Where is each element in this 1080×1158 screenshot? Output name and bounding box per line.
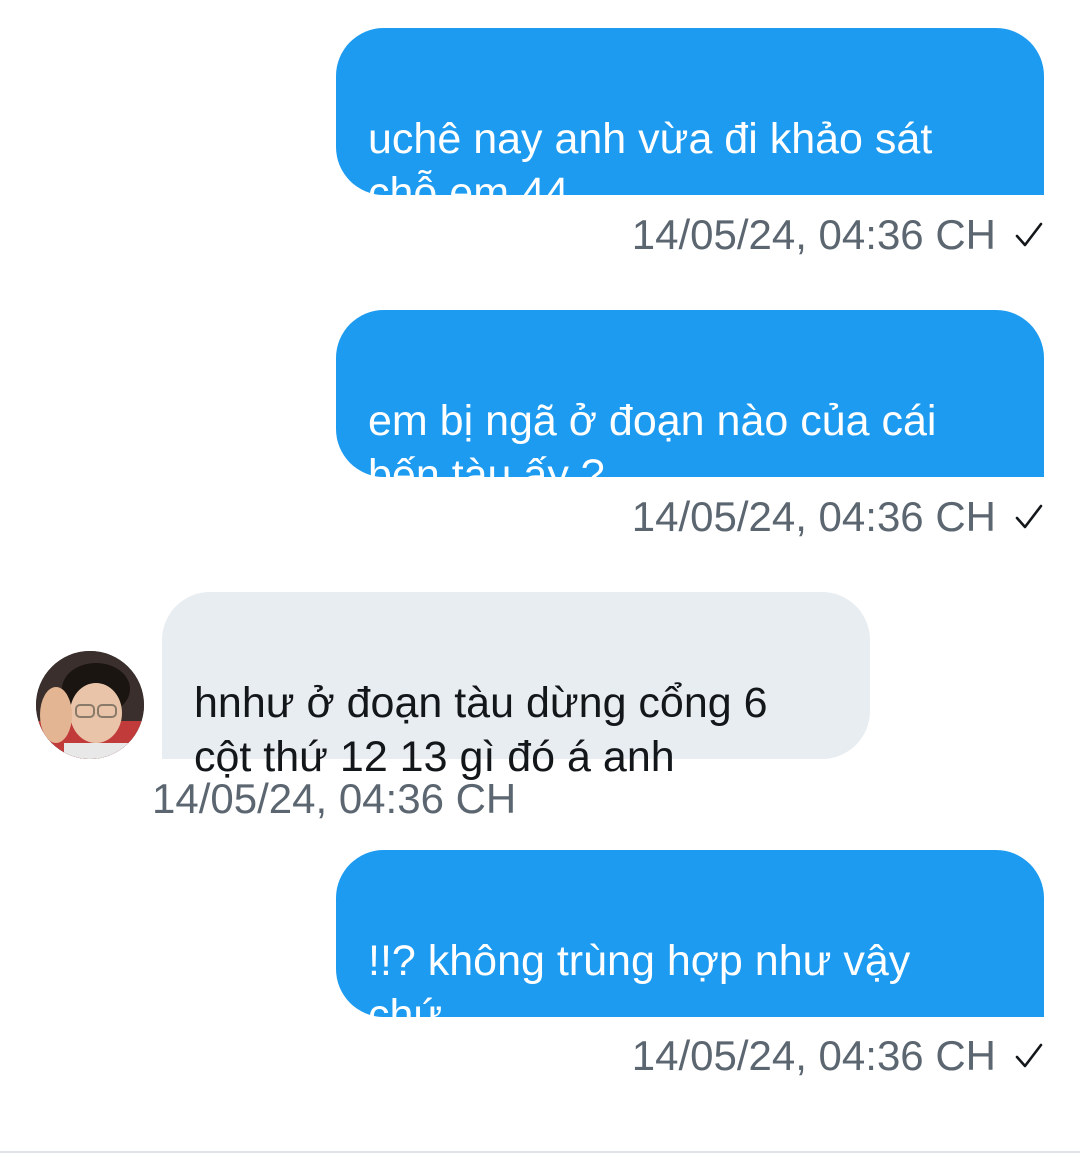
divider	[0, 1151, 1080, 1153]
message-timestamp: 14/05/24, 04:36 CH	[152, 775, 517, 822]
message-meta: 14/05/24, 04:36 CH	[632, 210, 1044, 260]
message-thread: uchê nay anh vừa đi khảo sát chỗ em 44 1…	[0, 0, 1080, 1158]
message-text: uchê nay anh vừa đi khảo sát chỗ em 44	[368, 115, 933, 217]
check-icon	[1014, 502, 1044, 532]
incoming-message-bubble[interactable]: hnhư ở đoạn tàu dừng cổng 6 cột thứ 12 1…	[162, 592, 870, 781]
outgoing-message-bubble[interactable]: em bị ngã ở đoạn nào của cái bến tàu ấy …	[336, 310, 1044, 499]
message-text: !!? không trùng hợp như vậy chứ	[368, 937, 911, 1039]
message-timestamp: 14/05/24, 04:36 CH	[631, 1032, 996, 1079]
message-meta: 14/05/24, 04:36 CH	[632, 492, 1044, 542]
avatar[interactable]	[36, 651, 144, 759]
check-icon	[1014, 1041, 1044, 1071]
outgoing-message-bubble[interactable]: uchê nay anh vừa đi khảo sát chỗ em 44	[336, 28, 1044, 217]
check-icon	[1014, 220, 1044, 250]
message-text: em bị ngã ở đoạn nào của cái bến tàu ấy …	[368, 397, 937, 499]
outgoing-message-bubble[interactable]: !!? không trùng hợp như vậy chứ	[336, 850, 1044, 1039]
message-text: hnhư ở đoạn tàu dừng cổng 6 cột thứ 12 1…	[194, 679, 768, 781]
message-timestamp: 14/05/24, 04:36 CH	[631, 493, 996, 540]
message-timestamp: 14/05/24, 04:36 CH	[631, 211, 996, 258]
message-meta: 14/05/24, 04:36 CH	[632, 1031, 1044, 1081]
